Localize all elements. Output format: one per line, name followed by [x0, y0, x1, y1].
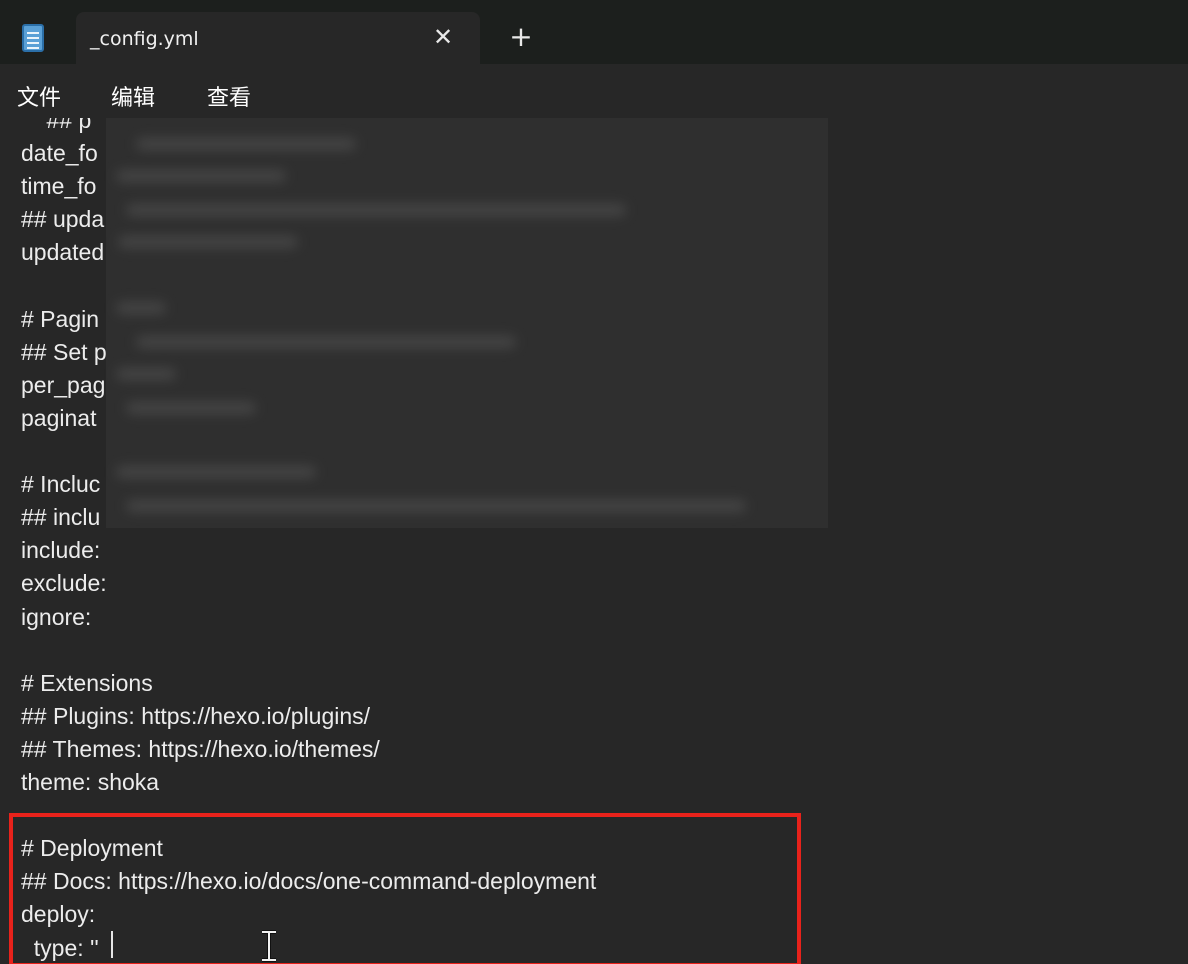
editor-line: # Pagin: [21, 305, 100, 332]
blur-smear: [116, 302, 166, 314]
editor-line: # Extensions: [21, 669, 153, 696]
blurred-region: [106, 118, 828, 528]
editor-line: # Incluc: [21, 471, 101, 498]
text-caret: [111, 931, 113, 958]
blur-smear: [126, 402, 256, 414]
editor-line: ## upda: [21, 206, 105, 233]
editor-line: time_fo: [21, 173, 97, 200]
tab-title: _config.yml: [90, 28, 199, 50]
menu-item-view[interactable]: 查看: [207, 80, 251, 112]
notepad-window: _config.yml ✕ + 文件 编辑 查看 ## p date_fotime…: [0, 0, 1188, 964]
blur-smear: [118, 236, 298, 248]
editor-line: updated: [21, 239, 105, 266]
menu-item-file[interactable]: 文件: [17, 80, 61, 112]
text-editor[interactable]: ## p date_fo time_fo ## upda updated # Pagin #…: [0, 118, 1188, 964]
menu-item-edit[interactable]: 编辑: [111, 80, 155, 112]
editor-line: ## p: [21, 118, 92, 133]
editor-line: theme: shoka: [21, 769, 160, 795]
ibeam-cursor-icon: [262, 930, 276, 962]
tab-config-yml[interactable]: _config.yml ✕: [76, 12, 480, 64]
editor-line: ## Plugins: https://hexo.io/plugins/: [21, 702, 371, 729]
notepad-icon: [22, 24, 44, 52]
editor-line: ignore:: [21, 603, 92, 630]
blur-smear: [116, 170, 286, 182]
editor-line: date_fo: [21, 140, 98, 167]
blur-smear: [126, 204, 626, 216]
editor-line: ## Themes: https://hexo.io/themes/: [21, 735, 380, 762]
blur-smear: [136, 138, 356, 150]
menu-bar: 文件 编辑 查看: [0, 64, 1188, 118]
close-icon[interactable]: ✕: [430, 24, 456, 50]
blur-smear: [116, 466, 316, 478]
editor-line: per_pag: [21, 371, 106, 398]
editor-line: paginat: [21, 404, 97, 431]
editor-line: include:: [21, 537, 101, 564]
editor-line: deploy:: [21, 901, 96, 928]
editor-line: exclude:: [21, 570, 107, 597]
blur-smear: [116, 368, 176, 380]
new-tab-icon[interactable]: +: [508, 23, 534, 51]
editor-line: ## inclu: [21, 504, 101, 531]
title-bar: _config.yml ✕ +: [0, 0, 1188, 64]
editor-line: type: '': [21, 934, 99, 961]
editor-line: ## Docs: https://hexo.io/docs/one-comman…: [21, 868, 597, 895]
blur-smear: [126, 500, 746, 512]
editor-line: # Deployment: [21, 835, 163, 862]
editor-line: ## Set p: [21, 338, 107, 365]
blur-smear: [136, 336, 516, 348]
